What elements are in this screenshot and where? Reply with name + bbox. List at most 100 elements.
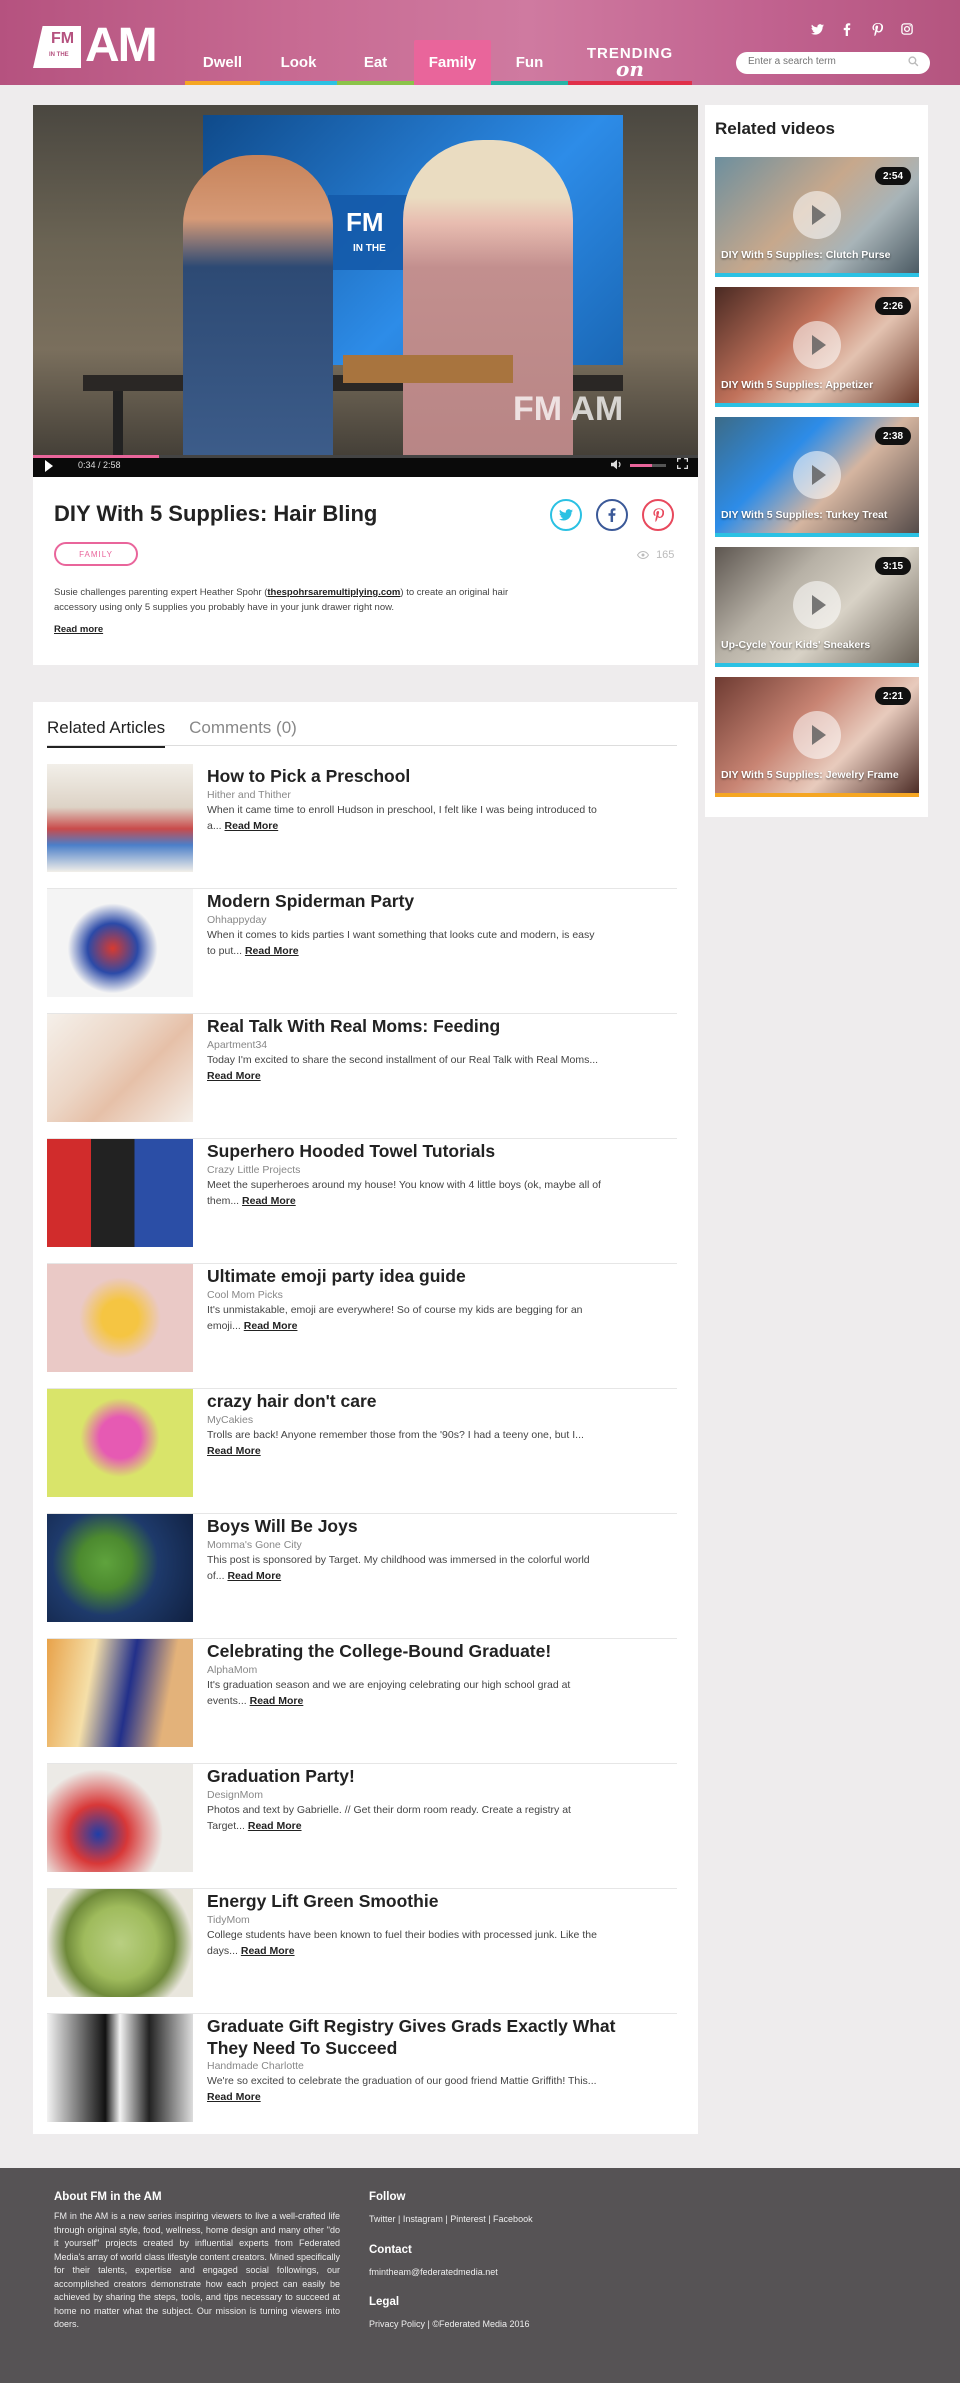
article-thumbnail[interactable] <box>47 764 193 872</box>
nav-item-fun[interactable]: Fun <box>491 40 568 85</box>
search-icon[interactable] <box>908 56 920 68</box>
read-more-link[interactable]: Read More <box>244 1320 298 1332</box>
facebook-icon[interactable] <box>840 22 854 36</box>
list-item[interactable]: Graduate Gift Registry Gives Grads Exact… <box>47 2014 677 2139</box>
article-title[interactable]: Energy Lift Green Smoothie <box>207 1890 627 1912</box>
volume-level <box>630 464 652 467</box>
related-video-item[interactable]: 3:15 Up-Cycle Your Kids' Sneakers <box>715 547 919 667</box>
related-video-item[interactable]: 2:26 DIY With 5 Supplies: Appetizer <box>715 287 919 407</box>
share-twitter-icon[interactable] <box>550 499 582 531</box>
video-watermark: FM AM <box>513 390 624 428</box>
list-item[interactable]: How to Pick a Preschool Hither and Thithe… <box>47 764 677 889</box>
site-logo[interactable]: FM IN THE AM <box>33 19 165 72</box>
fullscreen-icon[interactable] <box>676 457 689 472</box>
footer-legal-text[interactable]: Privacy Policy | ©Federated Media 2016 <box>369 2318 649 2332</box>
instagram-icon[interactable] <box>900 22 914 36</box>
nav-item-trending[interactable]: TRENDING on <box>568 40 692 85</box>
nav-item-label: Look <box>280 54 317 71</box>
article-title[interactable]: Boys Will Be Joys <box>207 1515 627 1537</box>
read-more-link[interactable]: Read More <box>207 1070 261 1082</box>
read-more-link[interactable]: Read More <box>250 1695 304 1707</box>
read-more-link[interactable]: Read More <box>242 1195 296 1207</box>
read-more-link[interactable]: Read More <box>248 1820 302 1832</box>
play-icon[interactable] <box>793 191 841 239</box>
article-source: MyCakies <box>207 1414 254 1426</box>
footer-about-text: FM in the AM is a new series inspiring v… <box>54 2211 340 2329</box>
read-more-link[interactable]: Read More <box>227 1570 281 1582</box>
list-item[interactable]: crazy hair don't care MyCakies Trolls are … <box>47 1389 677 1514</box>
video-title: DIY With 5 Supplies: Hair Bling <box>54 501 378 526</box>
related-video-item[interactable]: 2:21 DIY With 5 Supplies: Jewelry Frame <box>715 677 919 797</box>
article-source: Ohhappyday <box>207 914 267 926</box>
category-tag[interactable]: FAMILY <box>54 542 138 566</box>
footer-follow-links[interactable]: Twitter | Instagram | Pinterest | Facebo… <box>369 2213 649 2227</box>
video-player[interactable]: FM IN THE A FM AM 0:34 / 2:58 <box>33 105 698 477</box>
related-video-item[interactable]: 2:38 DIY With 5 Supplies: Turkey Treat <box>715 417 919 537</box>
related-video-item[interactable]: 2:54 DIY With 5 Supplies: Clutch Purse <box>715 157 919 277</box>
nav-color-bar <box>568 81 692 85</box>
share-facebook-icon[interactable] <box>596 499 628 531</box>
article-title[interactable]: Graduate Gift Registry Gives Grads Exact… <box>207 2015 627 2059</box>
article-excerpt: It's unmistakable, emoji are everywhere!… <box>207 1304 583 1332</box>
desc-link[interactable]: thespohrsaremultiplying.com <box>267 587 400 598</box>
article-thumbnail[interactable] <box>47 1389 193 1497</box>
article-thumbnail[interactable] <box>47 1764 193 1872</box>
article-thumbnail[interactable] <box>47 2014 193 2122</box>
volume-icon[interactable] <box>611 459 623 473</box>
tab-related-articles[interactable]: Related Articles <box>47 718 166 748</box>
article-thumbnail[interactable] <box>47 1264 193 1372</box>
article-title[interactable]: Celebrating the College-Bound Graduate! <box>207 1640 627 1662</box>
article-title[interactable]: Graduation Party! <box>207 1765 627 1787</box>
list-item[interactable]: Celebrating the College-Bound Graduate! A… <box>47 1639 677 1764</box>
share-pinterest-icon[interactable] <box>642 499 674 531</box>
play-icon[interactable] <box>793 451 841 499</box>
nav-item-eat[interactable]: Eat <box>337 40 414 85</box>
twitter-icon[interactable] <box>810 22 824 36</box>
article-title[interactable]: Real Talk With Real Moms: Feeding <box>207 1015 627 1037</box>
article-thumbnail[interactable] <box>47 1139 193 1247</box>
nav-item-dwell[interactable]: Dwell <box>185 40 260 85</box>
article-source: AlphaMom <box>207 1664 258 1676</box>
article-thumbnail[interactable] <box>47 1514 193 1622</box>
article-source: Apartment34 <box>207 1039 268 1051</box>
article-title[interactable]: Modern Spiderman Party <box>207 890 627 912</box>
tab-comments[interactable]: Comments (0) <box>189 718 297 748</box>
read-more-link[interactable]: Read More <box>225 820 279 832</box>
article-title[interactable]: How to Pick a Preschool <box>207 765 627 787</box>
play-icon[interactable] <box>45 460 53 472</box>
article-title[interactable]: Superhero Hooded Towel Tutorials <box>207 1140 627 1162</box>
list-item[interactable]: Boys Will Be Joys Momma's Gone City This p… <box>47 1514 677 1639</box>
footer-contact-email[interactable]: fmintheam@federatedmedia.net <box>369 2266 649 2280</box>
article-title[interactable]: Ultimate emoji party idea guide <box>207 1265 627 1287</box>
video-progress-bar[interactable] <box>33 455 698 458</box>
play-icon[interactable] <box>793 321 841 369</box>
play-icon[interactable] <box>793 581 841 629</box>
eye-icon <box>636 551 650 560</box>
read-more-link[interactable]: Read More <box>245 945 299 957</box>
article-excerpt: We're so excited to celebrate the gradua… <box>207 2075 597 2103</box>
article-excerpt: This post is sponsored by Target. My chi… <box>207 1554 590 1582</box>
search-input[interactable] <box>748 56 908 67</box>
read-more-link[interactable]: Read More <box>241 1945 295 1957</box>
read-more-link[interactable]: Read More <box>207 1445 261 1457</box>
nav-item-family[interactable]: Family <box>414 40 491 85</box>
nav-item-look[interactable]: Look <box>260 40 337 85</box>
list-item[interactable]: Energy Lift Green Smoothie TidyMom College… <box>47 1889 677 2014</box>
list-item[interactable]: Graduation Party! DesignMom Photos and tex… <box>47 1764 677 1889</box>
read-more-link[interactable]: Read More <box>207 2091 261 2103</box>
list-item[interactable]: Modern Spiderman Party Ohhappyday When it … <box>47 889 677 1014</box>
nav-item-label: Dwell <box>202 54 243 71</box>
read-more-link[interactable]: Read more <box>54 624 103 635</box>
play-icon[interactable] <box>793 711 841 759</box>
article-thumbnail[interactable] <box>47 1639 193 1747</box>
list-item[interactable]: Ultimate emoji party idea guide Cool Mom … <box>47 1264 677 1389</box>
article-title[interactable]: crazy hair don't care <box>207 1390 627 1412</box>
article-thumbnail[interactable] <box>47 889 193 997</box>
list-item[interactable]: Superhero Hooded Towel Tutorials Crazy Li… <box>47 1139 677 1264</box>
article-thumbnail[interactable] <box>47 1889 193 1997</box>
nav-color-bar <box>185 81 260 85</box>
article-thumbnail[interactable] <box>47 1014 193 1122</box>
pinterest-icon[interactable] <box>870 22 884 36</box>
volume-slider[interactable] <box>630 464 666 467</box>
list-item[interactable]: Real Talk With Real Moms: Feeding Apartme… <box>47 1014 677 1139</box>
